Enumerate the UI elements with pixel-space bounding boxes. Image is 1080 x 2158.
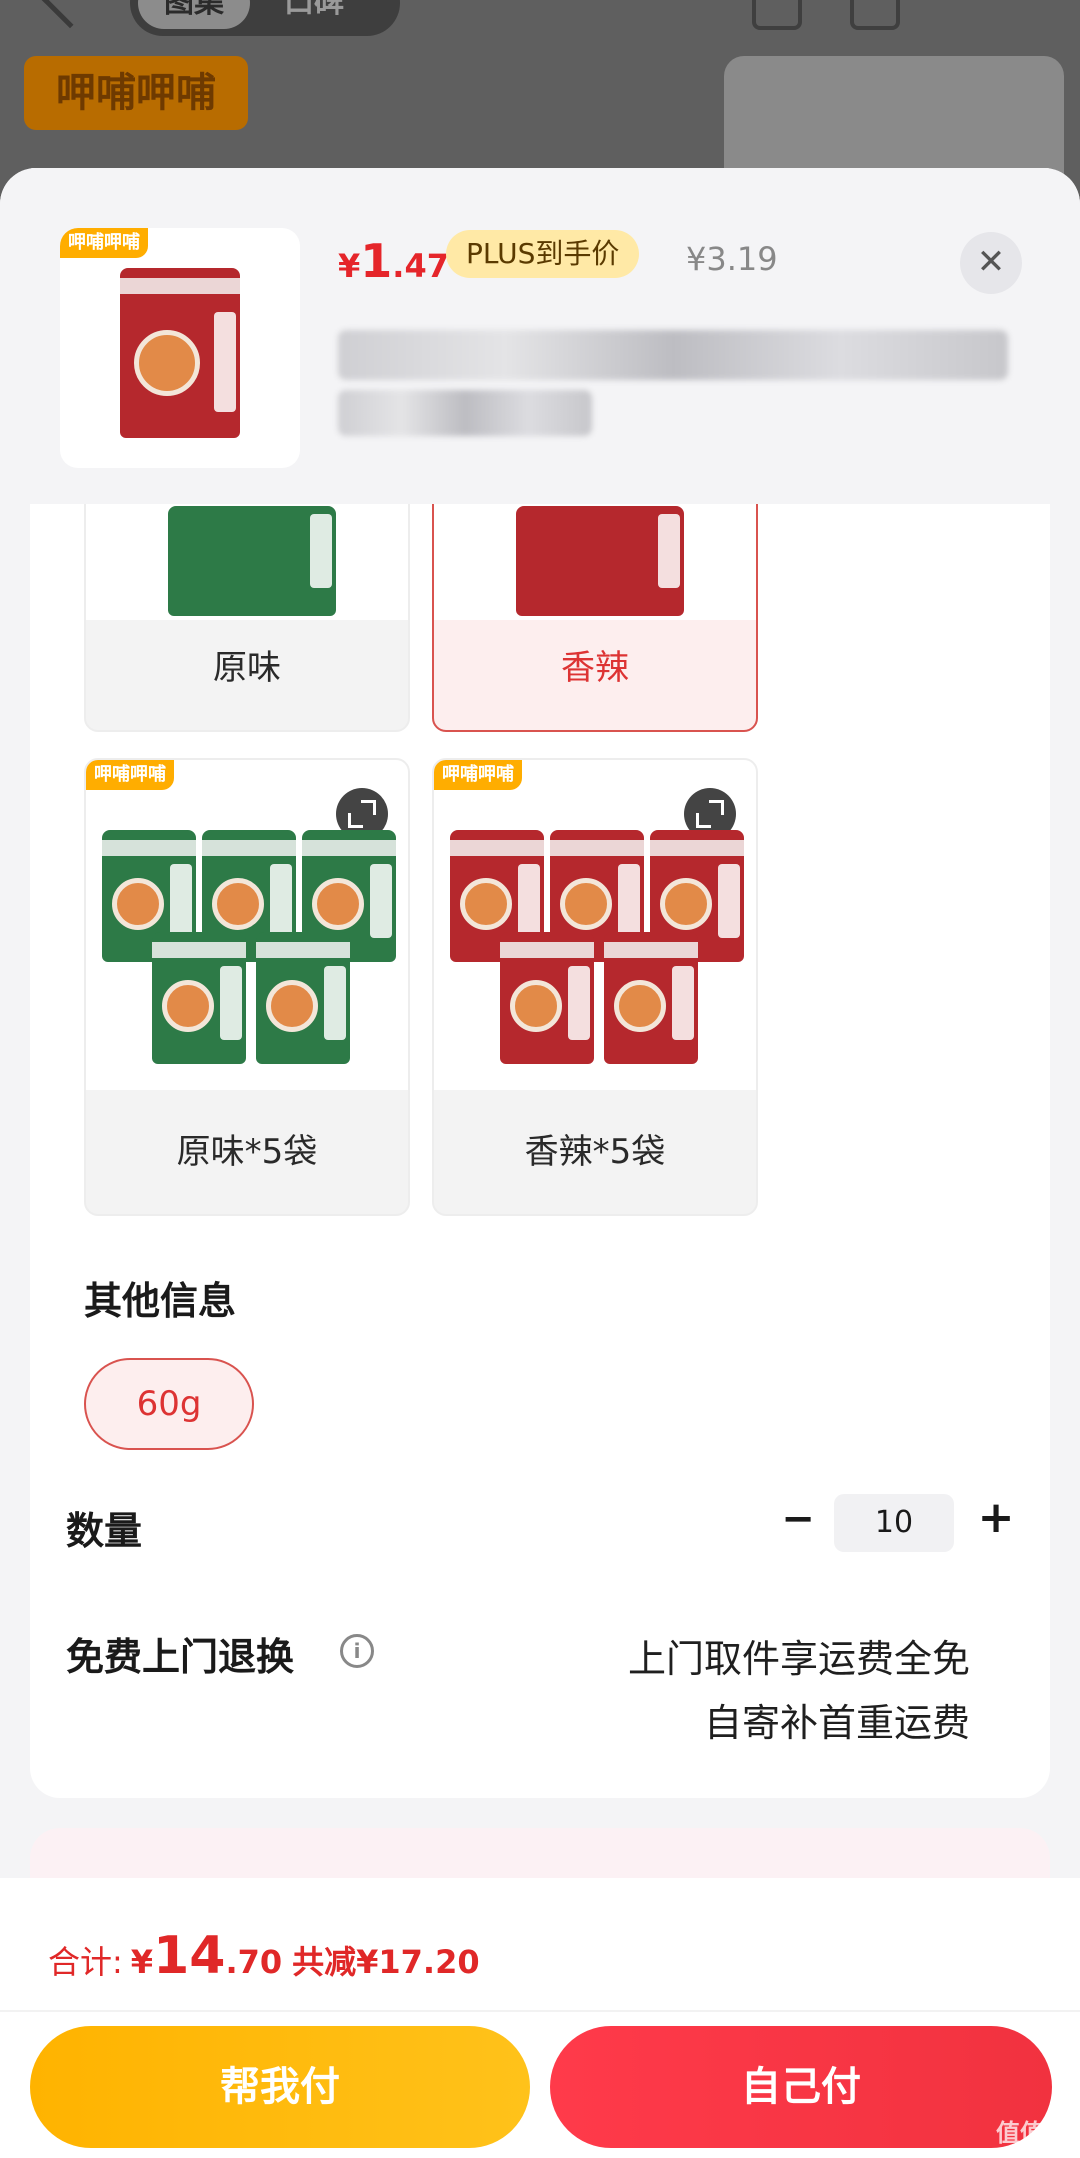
variant-label: 原味*5袋	[176, 1132, 318, 1172]
plus-price: ¥1.47	[338, 234, 449, 288]
brand-mini-logo: 呷哺呷哺	[86, 760, 174, 790]
tab-reviews: 口碑	[284, 0, 344, 20]
sku-selector-sheet: 原味 香辣 呷哺呷哺 原味*5袋 呷哺呷哺 香辣*5袋 其他信息 60g 数量 …	[0, 168, 1080, 2158]
plus-price-badge: PLUS到手价	[446, 230, 640, 278]
close-button[interactable]: ✕	[960, 232, 1022, 294]
brand-mini-logo: 呷哺呷哺	[60, 228, 148, 258]
background-tabs: 图集 口碑	[130, 0, 400, 36]
quantity-label: 数量	[66, 1509, 143, 1553]
watermark-logo: 值值值	[996, 2119, 1068, 2147]
checkout-footer: 合计: ¥14.70 共减¥17.20 帮我付 自己付 值值值	[0, 1878, 1080, 2158]
star-icon	[752, 0, 802, 30]
original-price: ¥3.19	[686, 240, 778, 278]
product-thumbnail: 呷哺呷哺	[60, 228, 300, 468]
other-info-title: 其他信息	[84, 1279, 237, 1323]
close-icon: ✕	[976, 242, 1006, 282]
variant-image: 呷哺呷哺	[86, 760, 408, 1090]
pay-myself-button[interactable]: 自己付	[550, 2026, 1052, 2148]
brand-logo: 呷哺呷哺	[24, 56, 248, 130]
divider	[0, 2010, 1080, 2012]
brand-mini-logo: 呷哺呷哺	[434, 760, 522, 790]
free-return-label: 免费上门退换	[66, 1635, 295, 1679]
info-icon[interactable]: i	[340, 1634, 374, 1668]
quantity-input[interactable]: 10	[834, 1494, 954, 1552]
variant-image: 呷哺呷哺	[434, 760, 756, 1090]
quantity-increase-button[interactable]: +	[974, 1496, 1018, 1542]
order-total: 合计: ¥14.70 共减¥17.20	[48, 1926, 480, 1986]
variant-label: 原味	[213, 648, 281, 688]
variant-original-5pack[interactable]: 呷哺呷哺 原味*5袋	[84, 758, 410, 1216]
sheet-header: 呷哺呷哺 ¥1.47 PLUS到手价 ¥3.19 ✕	[0, 168, 1080, 504]
variant-spicy-5pack[interactable]: 呷哺呷哺 香辣*5袋	[432, 758, 758, 1216]
return-desc-line1: 上门取件享运费全免	[627, 1637, 970, 1681]
share-icon	[850, 0, 900, 30]
help-me-pay-button[interactable]: 帮我付	[30, 2026, 530, 2148]
return-desc-line2: 自寄补首重运费	[703, 1701, 970, 1745]
variant-label: 香辣	[561, 648, 629, 688]
blurred-product-title	[338, 390, 592, 436]
total-discount: 共减¥17.20	[292, 1943, 480, 1981]
blurred-product-title	[338, 330, 1008, 380]
variant-label: 香辣*5袋	[524, 1132, 666, 1172]
spec-chip-60g[interactable]: 60g	[84, 1358, 254, 1450]
tab-gallery: 图集	[138, 0, 250, 29]
quantity-decrease-button[interactable]: −	[776, 1498, 820, 1542]
